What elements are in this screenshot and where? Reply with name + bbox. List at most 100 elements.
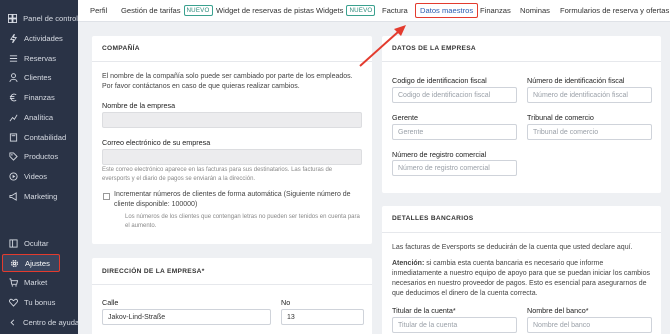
- divider: [92, 61, 372, 62]
- tab-formularios[interactable]: Formularios de reserva y ofertas: [560, 3, 669, 18]
- sidebar-item-marketing[interactable]: Marketing: [0, 187, 78, 205]
- tab-perfil[interactable]: Perfil: [90, 3, 107, 18]
- bolt-icon: [8, 33, 18, 43]
- fiscal-code-input[interactable]: Codigo de identificacion fiscal: [392, 87, 517, 103]
- sidebar-item-label: Productos: [24, 151, 59, 161]
- company-name-label: Nombre de la empresa: [102, 101, 176, 110]
- sidebar-item-ajustes[interactable]: Ajustes: [2, 254, 60, 272]
- sidebar-item-label: Ocultar: [24, 238, 49, 248]
- panel-title: DIRECCIÓN DE LA EMPRESA*: [102, 268, 205, 275]
- company-panel: COMPAÑÍA El nombre de la compañía solo p…: [92, 36, 372, 244]
- bank-attention: Atención: si cambia esta cuenta bancaria…: [392, 259, 654, 299]
- sidebar-item-label: Clientes: [24, 72, 52, 82]
- sidebar-item-finanzas[interactable]: Finanzas: [0, 88, 78, 106]
- sidebar-item-label: Tu bonus: [24, 297, 56, 307]
- user-icon: [8, 72, 18, 82]
- auto-increment-help: Los números de los clientes que contenga…: [125, 214, 360, 229]
- sidebar-item-label: Market: [24, 277, 48, 287]
- address-panel: DIRECCIÓN DE LA EMPRESA* Calle Jakov-Lin…: [92, 258, 372, 334]
- attention-label: Atención:: [392, 260, 425, 267]
- bank-intro: Las facturas de Eversports se deducirán …: [392, 244, 633, 251]
- heart-icon: [8, 297, 18, 307]
- sidebar-item-label: Analítica: [24, 112, 54, 122]
- sidebar-item-label: Videos: [24, 171, 48, 181]
- sidebar-item-centro-de-ayuda[interactable]: Centro de ayuda: [0, 313, 80, 331]
- sidebar-item-label: Centro de ayuda: [23, 317, 80, 327]
- fiscal-code-label: Codigo de identificacion fiscal: [392, 76, 487, 85]
- company-email-input[interactable]: [102, 149, 362, 165]
- euro-icon: [8, 92, 18, 102]
- book-icon: [8, 132, 18, 142]
- tab-label: Perfil: [90, 6, 108, 15]
- sidebar-item-videos[interactable]: Videos: [0, 167, 78, 185]
- street-input[interactable]: Jakov-Lind-Straße: [102, 309, 271, 325]
- chevron-icon: [8, 317, 17, 327]
- registry-number-input[interactable]: Número de registro comercial: [392, 160, 517, 176]
- sidebar-item-label: Reservas: [24, 53, 57, 63]
- company-email-help: Este correo electrónico aparece en las f…: [102, 167, 333, 182]
- tab-nominas[interactable]: Nominas: [520, 3, 550, 18]
- sidebar-item-contabilidad[interactable]: Contabilidad: [0, 128, 78, 146]
- tab-label: Formularios de reserva y ofertas: [560, 6, 670, 15]
- dashboard-icon: [8, 13, 18, 23]
- sidebar-item-clientes[interactable]: Clientes: [0, 68, 78, 86]
- sidebar: Panel de control Actividades Reservas Cl…: [0, 0, 80, 334]
- auto-increment-label: Incrementar números de clientes de forma…: [114, 191, 351, 208]
- account-holder-label: Titular de la cuenta*: [392, 306, 456, 315]
- sidebar-item-actividades[interactable]: Actividades: [0, 29, 78, 47]
- new-badge: NUEVO: [183, 5, 213, 16]
- gear-icon: [9, 258, 19, 268]
- sidebar-item-productos[interactable]: Productos: [0, 147, 78, 165]
- fiscal-number-label: Número de identificación fiscal: [527, 76, 625, 85]
- number-input[interactable]: 13: [281, 309, 364, 325]
- sidebar-item-label: Contabilidad: [24, 132, 67, 142]
- divider: [382, 61, 661, 62]
- company-email-label: Correo electrónico de su empresa: [102, 138, 211, 147]
- sidebar-item-panel-de-control[interactable]: Panel de control: [0, 9, 78, 27]
- auto-increment-checkbox[interactable]: [103, 193, 110, 200]
- cart-icon: [8, 277, 18, 287]
- tab-factura[interactable]: Factura: [382, 3, 408, 18]
- attention-text: si cambia esta cuenta bancaria es necesa…: [392, 260, 651, 297]
- tab-label: Widgets: [316, 6, 344, 15]
- registry-court-input[interactable]: Tribunal de comercio: [527, 124, 652, 140]
- sidebar-item-label: Finanzas: [24, 92, 55, 102]
- panel-title: COMPAÑÍA: [102, 45, 140, 52]
- analytics-icon: [8, 112, 18, 122]
- tab-widget-reservas-pistas[interactable]: Widget de reservas de pistas: [216, 3, 314, 18]
- list-icon: [8, 53, 18, 63]
- street-label: Calle: [102, 298, 119, 307]
- tab-widgets[interactable]: Widgets NUEVO: [316, 3, 376, 18]
- sidebar-item-ocultar[interactable]: Ocultar: [0, 234, 78, 252]
- sidebar-item-label: Ajustes: [25, 258, 50, 268]
- bank-name-label: Nombre del banco*: [527, 306, 589, 315]
- company-name-input[interactable]: [102, 112, 362, 128]
- sidebar-item-analitica[interactable]: Analítica: [0, 108, 78, 126]
- sidebar-item-tu-bonus[interactable]: Tu bonus: [0, 293, 78, 311]
- sidebar-item-market[interactable]: Market: [0, 273, 78, 291]
- account-holder-input[interactable]: Titular de la cuenta: [392, 317, 517, 333]
- divider: [382, 232, 661, 233]
- hide-icon: [8, 238, 18, 248]
- tab-label: Gestión de tarifas: [121, 6, 181, 15]
- tab-finanzas[interactable]: Finanzas: [480, 3, 511, 18]
- tab-datos-maestros[interactable]: Datos maestros: [415, 3, 479, 18]
- tab-label: Widget de reservas de pistas: [216, 6, 314, 15]
- bank-name-input[interactable]: Nombre del banco: [527, 317, 652, 333]
- tab-label: Datos maestros: [420, 6, 474, 15]
- manager-input[interactable]: Gerente: [392, 124, 517, 140]
- sidebar-item-reservas[interactable]: Reservas: [0, 49, 78, 67]
- sidebar-item-label: Panel de control: [23, 13, 78, 23]
- manager-label: Gerente: [392, 113, 418, 122]
- megaphone-icon: [8, 191, 18, 201]
- fiscal-number-input[interactable]: Número de identificación fiscal: [527, 87, 652, 103]
- panel-title: DATOS DE LA EMPRESA: [392, 45, 476, 52]
- registry-number-label: Número de registro comercial: [392, 150, 487, 159]
- panel-title: DETALLES BANCARIOS: [392, 215, 474, 222]
- divider: [92, 284, 372, 285]
- new-badge: NUEVO: [346, 5, 376, 16]
- tab-gestion-de-tarifas[interactable]: Gestión de tarifas NUEVO: [121, 3, 213, 18]
- bank-panel: DETALLES BANCARIOS Las facturas de Evers…: [382, 206, 661, 334]
- number-label: No: [281, 298, 291, 307]
- top-nav: Perfil Gestión de tarifas NUEVO Widget de…: [78, 0, 670, 22]
